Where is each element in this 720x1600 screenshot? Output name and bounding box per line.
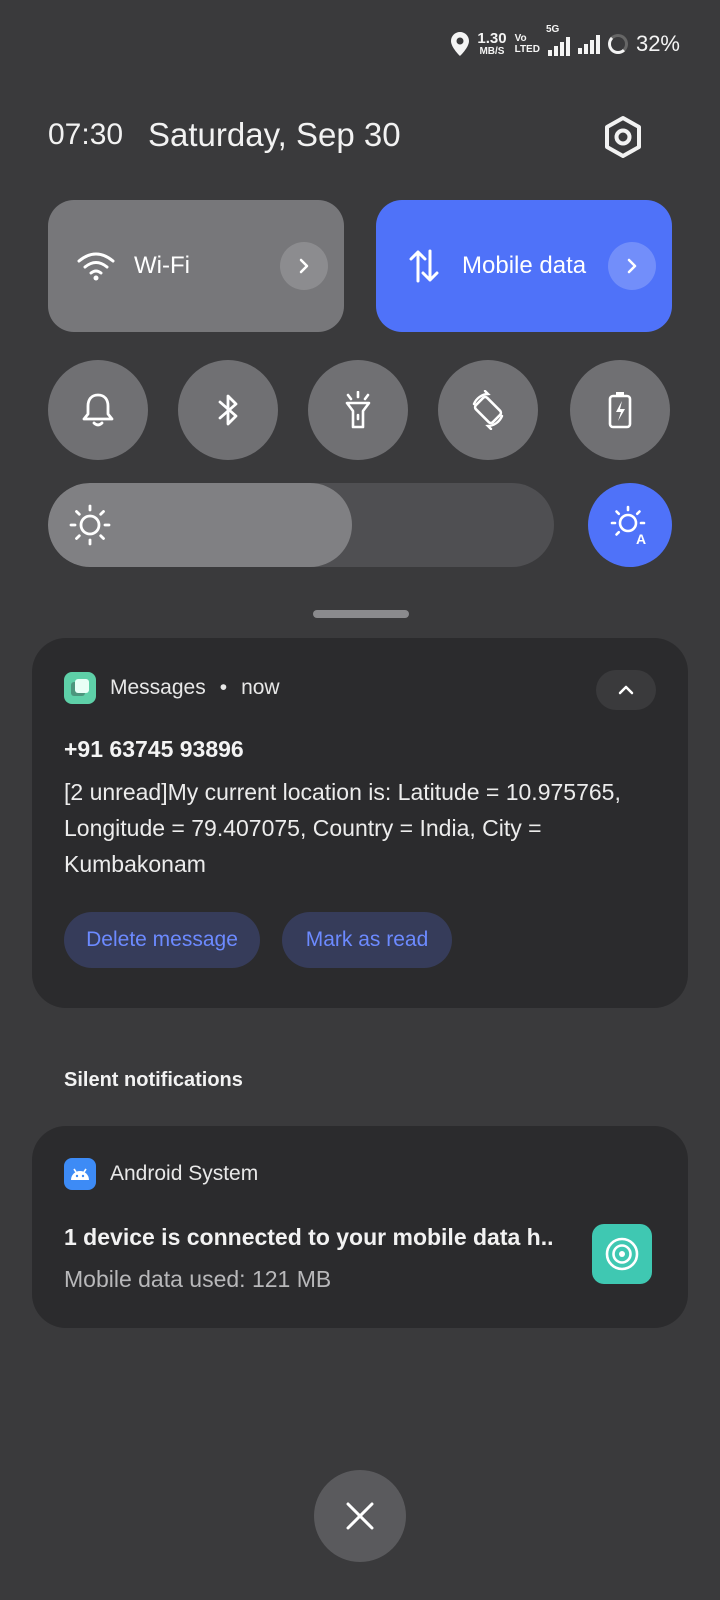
flashlight-icon [345,391,371,429]
auto-brightness-button[interactable]: A [588,483,672,567]
mark-as-read-button[interactable]: Mark as read [282,912,452,968]
hotspot-title: 1 device is connected to your mobile dat… [64,1224,554,1250]
hotspot-icon [592,1224,652,1284]
gear-icon [605,116,641,158]
brightness-icon [68,503,112,547]
shade-drag-handle[interactable] [313,610,409,618]
clock-time[interactable]: 07:30 [48,118,123,152]
network-speed-value: 1.30 [477,30,507,47]
mobile-data-expand-button[interactable] [608,242,656,290]
android-system-notification[interactable]: Android System 1 device is connected to … [32,1126,688,1328]
chevron-right-icon [299,258,309,274]
network-speed-unit: MB/S [479,46,505,57]
bluetooth-toggle[interactable] [178,360,278,460]
background-ghost-text [38,108,48,150]
location-icon [451,32,470,56]
collapse-button[interactable] [596,670,656,710]
silent-notifications-header: Silent notifications [64,1069,243,1091]
messages-time: now [241,676,280,699]
wifi-label: Wi-Fi [134,252,190,279]
brightness-slider[interactable] [48,483,554,567]
sound-toggle[interactable] [48,360,148,460]
bluetooth-icon [218,394,238,426]
network-type-label: 5G [545,24,560,35]
bell-icon [82,393,114,427]
signal-bars-icon [547,36,570,56]
auto-rotate-toggle[interactable] [438,360,538,460]
android-system-app-name: Android System [110,1162,259,1185]
signal-bars-icon-sim2 [577,34,600,54]
chevron-right-icon [627,258,637,274]
android-icon [64,1158,96,1190]
close-icon [346,1502,374,1530]
battery-icon [607,34,628,54]
date-label[interactable]: Saturday, Sep 30 [148,116,401,154]
settings-button[interactable] [600,114,646,160]
messages-app-row: Messages • now [64,672,280,704]
separator-dot: • [219,676,228,699]
messages-notification[interactable]: Messages • now +91 63745 93896 [2 unread… [32,638,688,1008]
svg-text:A: A [636,531,646,546]
auto-brightness-icon: A [610,505,646,546]
battery-saver-icon [608,392,632,429]
message-body: [2 unread]My current location is: Latitu… [64,779,621,877]
battery-percentage: 32% [635,31,680,56]
message-sender: +91 63745 93896 [64,736,244,762]
hotspot-subtitle: Mobile data used: 121 MB [64,1266,332,1292]
battery-saver-toggle[interactable] [570,360,670,460]
wifi-icon [76,246,116,286]
messages-app-name: Messages [110,676,206,699]
wifi-expand-button[interactable] [280,242,328,290]
delete-message-button[interactable]: Delete message [64,912,260,968]
volte-bottom: LTED [514,44,540,55]
mobile-data-label: Mobile data [462,252,587,279]
volte-indicator: Vo LTED [515,33,540,55]
android-system-app-row: Android System [64,1158,258,1190]
flashlight-toggle[interactable] [308,360,408,460]
data-transfer-icon [404,246,444,286]
signal-5g: 5G [546,24,570,56]
mobile-data-tile[interactable]: Mobile data [376,200,672,332]
status-bar: 1.30 MB/S Vo LTED 5G 32% [451,24,680,60]
network-speed: 1.30 MB/S [477,31,506,57]
rotate-icon [472,390,504,430]
wifi-tile[interactable]: Wi-Fi [48,200,344,332]
clear-all-button[interactable] [314,1470,406,1562]
messages-app-icon [64,672,96,704]
volte-top: Vo [514,33,527,44]
chevron-up-icon [618,685,634,695]
